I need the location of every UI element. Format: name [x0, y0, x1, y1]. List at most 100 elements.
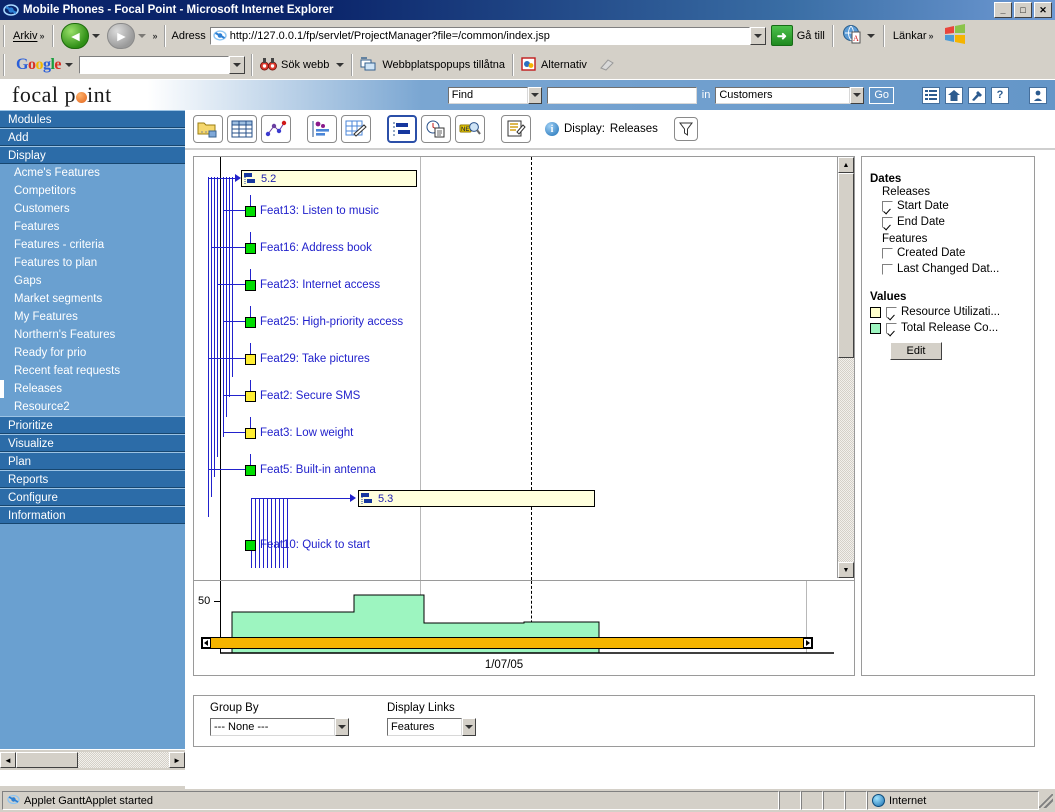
group-by-select[interactable]: --- None --- [210, 718, 349, 736]
sidebar-item-northerns-features[interactable]: Northern's Features [0, 326, 185, 344]
popup-blocker-button[interactable]: Webbplatspopups tillåtna [356, 56, 509, 74]
gantt-feature-node[interactable]: Feat5: Built-in antenna [245, 464, 376, 476]
gantt-chart-area[interactable]: 5.2 Feat13: Listen to music Feat16: Addr… [194, 157, 854, 580]
file-menu-button[interactable]: Arkiv » [8, 23, 49, 48]
chevron-right-icon[interactable]: » [39, 31, 44, 41]
option-total-release-cost[interactable]: Total Release Co... [870, 320, 1034, 336]
sidebar-group-plan[interactable]: Plan [0, 452, 185, 470]
search-web-dropdown-icon[interactable] [336, 63, 345, 67]
gantt-feature-node[interactable]: Feat25: High-priority access [245, 316, 403, 328]
grid-edit-icon[interactable] [341, 115, 371, 143]
created-date-checkbox[interactable] [882, 247, 893, 259]
sidebar-item-gaps[interactable]: Gaps [0, 272, 185, 290]
list-icon[interactable] [922, 86, 940, 104]
new-folder-icon[interactable] [193, 115, 223, 143]
gantt-scroll-thumb[interactable] [838, 173, 854, 358]
sidebar-item-features[interactable]: Features [0, 218, 185, 236]
end-date-checkbox[interactable] [882, 216, 893, 228]
sidebar-scroll-left-button[interactable]: ◄ [0, 752, 16, 768]
search-input[interactable] [546, 86, 697, 104]
sidebar-group-display[interactable]: Display [0, 146, 185, 164]
scope-select[interactable]: Customers [715, 86, 865, 104]
google-search-input[interactable] [79, 56, 230, 74]
sidebar-group-prioritize[interactable]: Prioritize [0, 416, 185, 434]
sidebar-item-customers[interactable]: Customers [0, 200, 185, 218]
history-icon[interactable] [421, 115, 451, 143]
group-by-arrow[interactable] [335, 718, 349, 736]
back-dropdown-icon[interactable] [92, 33, 101, 38]
sidebar-item-market-segments[interactable]: Market segments [0, 290, 185, 308]
gantt-feature-node[interactable]: Feat3: Low weight [245, 427, 353, 439]
find-select[interactable]: Find [447, 86, 542, 104]
minimize-button[interactable]: _ [994, 2, 1012, 18]
go-button[interactable]: ➜ Gå till [770, 25, 825, 46]
sidebar-item-competitors[interactable]: Competitors [0, 182, 185, 200]
timeline-scroll-right-button[interactable] [803, 638, 812, 648]
gantt-feature-node[interactable]: Feat16: Address book [245, 242, 372, 254]
last-changed-date-checkbox[interactable] [882, 263, 893, 275]
maximize-button[interactable]: □ [1014, 2, 1032, 18]
sidebar-item-ready-for-prio[interactable]: Ready for prio [0, 344, 185, 362]
back-button[interactable]: ◄ [61, 22, 90, 49]
search-web-button[interactable]: Sök webb [256, 57, 348, 74]
find-select-arrow[interactable] [527, 86, 542, 104]
gantt-feature-node[interactable]: Feat13: Listen to music [245, 205, 379, 217]
links-button[interactable]: Länkar » [888, 23, 939, 48]
forward-button[interactable]: ► [107, 22, 136, 49]
gantt-feature-node[interactable]: Feat23: Internet access [245, 279, 380, 291]
sidebar-hscrollbar[interactable]: ◄ ► [0, 749, 185, 770]
sidebar-item-my-features[interactable]: My Features [0, 308, 185, 326]
address-dropdown-button[interactable] [749, 26, 766, 45]
gantt-scroll-down-button[interactable]: ▼ [838, 562, 854, 578]
pdf-toolbar-button[interactable]: A [837, 24, 880, 48]
close-button[interactable]: ✕ [1034, 2, 1052, 18]
gantt-release-bar[interactable]: 5.3 [358, 490, 595, 507]
sidebar-group-information[interactable]: Information [0, 506, 185, 524]
timeline-scrollbar[interactable] [201, 637, 813, 649]
nav-overflow-chevron-icon[interactable]: » [152, 31, 157, 41]
sidebar-item-recent-feat-requests[interactable]: Recent feat requests [0, 362, 185, 380]
display-links-select[interactable]: Features [387, 718, 476, 736]
option-start-date[interactable]: Start Date [882, 198, 1034, 214]
gantt-view-icon[interactable] [387, 115, 417, 143]
sidebar-item-acmes-features[interactable]: Acme's Features [0, 164, 185, 182]
pdf-dropdown-icon[interactable] [866, 33, 875, 38]
home-icon[interactable] [945, 86, 963, 104]
google-search-dropdown[interactable] [229, 56, 246, 74]
eraser-icon[interactable] [599, 57, 615, 74]
option-end-date[interactable]: End Date [882, 214, 1034, 230]
sidebar-group-add[interactable]: Add [0, 128, 185, 146]
sidebar-scroll-right-button[interactable]: ► [169, 752, 185, 768]
edit-report-icon[interactable] [501, 115, 531, 143]
forward-dropdown-icon[interactable] [138, 33, 147, 38]
sidebar-item-releases[interactable]: Releases [0, 380, 185, 398]
sidebar-item-features-criteria[interactable]: Features - criteria [0, 236, 185, 254]
display-links-arrow[interactable] [462, 718, 476, 736]
scatter-view-icon[interactable] [261, 115, 291, 143]
timeline-scroll-left-button[interactable] [202, 638, 211, 648]
resize-grip[interactable] [1039, 793, 1053, 808]
gantt-feature-node[interactable]: Feat29: Take pictures [245, 353, 370, 365]
table-view-icon[interactable] [227, 115, 257, 143]
new-search-icon[interactable]: NEW [455, 115, 485, 143]
gantt-feature-node[interactable]: Feat10: Quick to start [245, 539, 370, 551]
total-release-cost-checkbox[interactable] [886, 322, 897, 334]
option-resource-utilization[interactable]: Resource Utilizati... [870, 304, 1034, 320]
scope-select-arrow[interactable] [850, 86, 865, 104]
option-created-date[interactable]: Created Date [882, 245, 1034, 261]
sidebar-scroll-thumb[interactable] [16, 752, 78, 768]
option-last-changed-date[interactable]: Last Changed Dat... [882, 261, 1034, 277]
google-dropdown-icon[interactable] [65, 63, 74, 67]
sidebar-scroll-track[interactable] [78, 752, 169, 768]
sidebar-group-reports[interactable]: Reports [0, 470, 185, 488]
search-go-button[interactable]: Go [869, 86, 894, 104]
edit-values-button[interactable]: Edit [890, 342, 942, 360]
gantt-feature-node[interactable]: Feat2: Secure SMS [245, 390, 360, 402]
bar-view-icon[interactable] [307, 115, 337, 143]
gantt-release-bar[interactable]: 5.2 [241, 170, 417, 187]
resource-utilization-color-swatch[interactable] [870, 306, 881, 318]
sidebar-item-resource2[interactable]: Resource2 [0, 398, 185, 416]
sidebar-group-visualize[interactable]: Visualize [0, 434, 185, 452]
address-input[interactable]: http://127.0.0.1/fp/servlet/ProjectManag… [209, 26, 750, 45]
resource-utilization-checkbox[interactable] [886, 306, 897, 318]
